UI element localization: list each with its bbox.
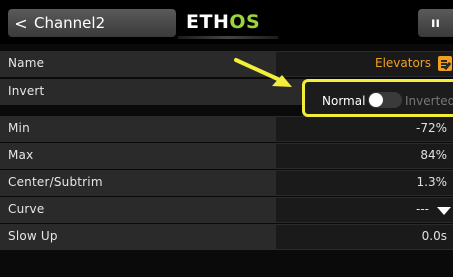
caret-down-icon: [437, 207, 451, 215]
row-label: Curve: [8, 202, 45, 216]
logo-underline: [178, 36, 278, 39]
row-min: Min -72%: [0, 116, 453, 142]
row-max: Max 84%: [0, 143, 453, 169]
curve-value: ---: [416, 202, 429, 216]
row-label: Min: [8, 121, 30, 135]
max-value: 84%: [420, 148, 447, 162]
arrow-icon: [234, 58, 292, 87]
logo-os: OS: [229, 11, 261, 33]
row-label: Max: [8, 148, 34, 162]
toggle-knob: [369, 93, 383, 107]
row-curve: Curve ---: [0, 197, 453, 223]
ethos-logo: ETHOS: [186, 11, 260, 33]
row-slow-up: Slow Up 0.0s: [0, 224, 453, 250]
row-name: Name Elevators: [0, 51, 453, 77]
row-label: Center/Subtrim: [8, 175, 103, 189]
invert-normal-label: Normal: [322, 94, 366, 108]
chevron-left-icon: <: [14, 13, 28, 33]
page-title: Channel2: [34, 14, 106, 32]
slow-up-field[interactable]: 0.0s: [276, 225, 453, 249]
logo-eth: ETH: [186, 11, 230, 33]
title-bar: < Channel2 ETHOS ıı: [0, 0, 453, 44]
name-value: Elevators: [375, 56, 431, 70]
invert-toggle[interactable]: [368, 92, 402, 108]
row-label: Name: [8, 56, 45, 70]
slow-up-value: 0.0s: [421, 229, 447, 243]
status-button[interactable]: ıı: [418, 9, 453, 37]
curve-dropdown[interactable]: ---: [276, 198, 453, 222]
back-button[interactable]: < Channel2: [8, 9, 176, 37]
max-field[interactable]: 84%: [276, 144, 453, 168]
row-center-subtrim: Center/Subtrim 1.3%: [0, 170, 453, 196]
row-label: Invert: [8, 84, 45, 98]
min-field[interactable]: -72%: [276, 117, 453, 141]
status-label: ıı: [431, 15, 440, 31]
min-value: -72%: [415, 121, 447, 135]
name-field[interactable]: Elevators: [276, 52, 453, 76]
invert-inverted-label: Inverted: [405, 94, 453, 108]
center-subtrim-field[interactable]: 1.3%: [276, 171, 453, 195]
row-label: Slow Up: [8, 229, 58, 243]
center-subtrim-value: 1.3%: [416, 175, 448, 189]
edit-icon[interactable]: [438, 56, 452, 71]
